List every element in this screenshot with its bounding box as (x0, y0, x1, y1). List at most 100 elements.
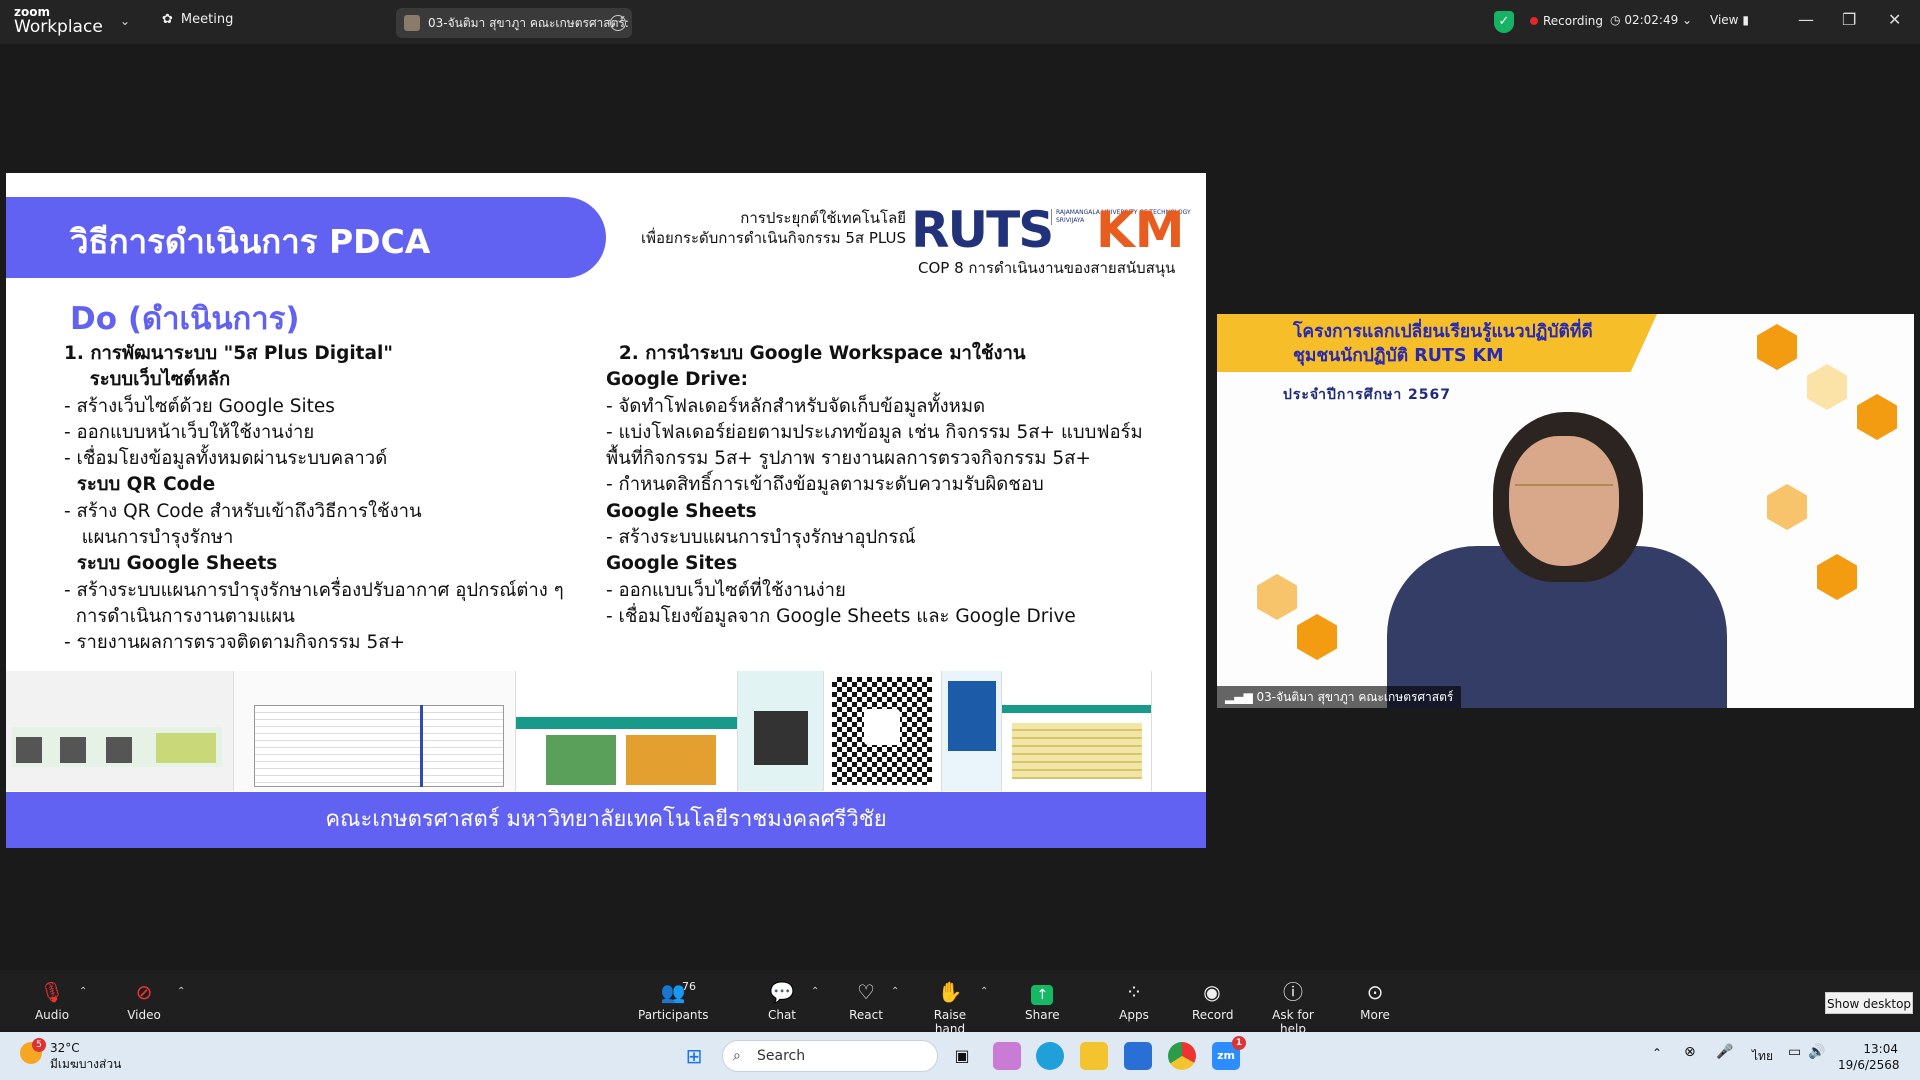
taskbar-search[interactable]: ⌕ Search (722, 1040, 938, 1072)
audio-options-caret[interactable]: ⌃ (79, 986, 87, 997)
shared-slide: วิธีการดำเนินการ PDCA การประยุกต์ใช้เทคโ… (6, 173, 1206, 848)
raise-hand-button[interactable]: ✋ Raise hand (920, 980, 980, 1036)
more-options-icon[interactable]: ⋯ (610, 15, 626, 31)
ruts-logo-text: RUTS (911, 201, 1054, 259)
share-screen-icon: ↑ (1031, 985, 1054, 1005)
meeting-icon: ✿ (162, 12, 173, 27)
left-column: 1. การพัฒนาระบบ "5ส Plus Digital" ระบบเว… (64, 341, 564, 657)
more-icon: ⊙ (1366, 980, 1384, 1004)
chrome-icon[interactable] (1168, 1042, 1196, 1070)
chat-button[interactable]: 💬 Chat (764, 980, 800, 1022)
close-icon[interactable]: ✕ (1888, 10, 1901, 29)
chevron-down-icon: ⌄ (1682, 13, 1693, 27)
slide-org-text: การประยุกต์ใช้เทคโนโลยี เพื่อยกระดับการด… (606, 208, 906, 248)
slide-bullet-line: - จัดทำโฟลเดอร์หลักสำหรับจัดเก็บข้อมูลทั… (606, 395, 986, 417)
participants-label: Participants (638, 1008, 709, 1022)
org-line2: เพื่อยกระดับการดำเนินกิจกรรม 5ส PLUS (641, 229, 906, 247)
video-options-caret[interactable]: ⌃ (177, 986, 185, 997)
react-button[interactable]: ♡ React (848, 980, 884, 1022)
zoom-notification-badge: 1 (1232, 1036, 1246, 1050)
react-options-caret[interactable]: ⌃ (891, 986, 899, 997)
raise-hand-options-caret[interactable]: ⌃ (980, 986, 988, 997)
hexagon-decoration (1767, 484, 1807, 530)
clock-time: 13:04 (1863, 1042, 1898, 1056)
task-view-icon[interactable]: ▣ (948, 1042, 976, 1070)
meeting-label: Meeting (180, 12, 234, 27)
recording-label: Recording (1543, 14, 1604, 28)
zoom-app-icon[interactable]: zm 1 (1212, 1036, 1246, 1070)
avatar (404, 15, 420, 31)
heart-icon: ♡ (857, 980, 875, 1004)
more-button[interactable]: ⊙ More (1358, 980, 1392, 1022)
minimize-icon[interactable]: — (1798, 10, 1814, 29)
video-button[interactable]: ⊘ Video (126, 980, 162, 1022)
zoom-workplace-logo[interactable]: zoom Workplace (14, 6, 103, 36)
timer-value: 02:02:49 (1624, 13, 1679, 27)
file-explorer-icon[interactable] (1080, 1042, 1108, 1070)
tray-chevron-up-icon[interactable]: ⌃ (1652, 1046, 1662, 1060)
record-button[interactable]: ◉ Record (1192, 980, 1233, 1022)
hexagon-decoration (1757, 324, 1797, 370)
meeting-timer[interactable]: ◷ 02:02:49 ⌄ (1610, 13, 1692, 27)
section-title: Do (ดำเนินการ) (70, 301, 300, 337)
right-column: 2. การนำระบบ Google Workspace มาใช้งาน Go… (606, 341, 1143, 630)
thumbnail-info-sheet (942, 671, 1002, 791)
participant-pill[interactable]: 03-จันติมา สุขาภูา คณะเกษตรศาสตร์: ⋯ (396, 8, 632, 38)
restore-icon[interactable]: ❐ (1842, 10, 1856, 29)
weather-badge: 5 (32, 1038, 46, 1052)
taskbar-clock[interactable]: 13:04 19/6/2568 (1838, 1041, 1900, 1073)
hexagon-decoration (1817, 554, 1857, 600)
participant-name-label: ▂▄▆ 03-จันติมา สุขาภูา คณะเกษตรศาสตร์ (1217, 686, 1462, 708)
recording-indicator[interactable]: Recording (1530, 14, 1603, 28)
search-label: Search (757, 1048, 806, 1064)
chevron-down-icon[interactable]: ⌄ (120, 14, 130, 28)
microphone-icon[interactable]: 🎤 (1716, 1044, 1733, 1060)
store-icon[interactable] (1124, 1042, 1152, 1070)
weather-desc: มีเมฆบางส่วน (50, 1057, 122, 1071)
copilot-icon[interactable] (993, 1042, 1021, 1070)
network-icon[interactable]: ⊗ (1684, 1044, 1696, 1060)
participant-video-tile[interactable]: โครงการแลกเปลี่ยนเรียนรู้แนวปฏิบัติที่ดี… (1217, 314, 1914, 708)
speaker-glasses (1515, 484, 1613, 500)
show-desktop-tooltip: Show desktop (1825, 992, 1913, 1014)
slide-bullet-line: 2. การนำระบบ Google Workspace มาใช้งาน (606, 343, 1026, 364)
search-icon: ⌕ (733, 1048, 741, 1064)
view-button[interactable]: View ▮ (1710, 13, 1749, 27)
slide-bullet-line: - เชื่อมโยงข้อมูลจาก Google Sheets และ G… (606, 605, 1076, 627)
hexagon-decoration (1857, 394, 1897, 440)
meeting-toolbar: 🎙 Audio ⌃ ⊘ Video ⌃ 👥 76 Participants 💬 … (0, 970, 1920, 1036)
signal-icon: ▂▄▆ (1225, 690, 1257, 704)
edge-browser-icon[interactable] (1036, 1042, 1064, 1070)
weather-widget[interactable]: 5 32°C มีเมฆบางส่วน (20, 1038, 122, 1072)
slide-bullet-line: ระบบ QR Code (64, 474, 216, 496)
thumbnail-website (6, 671, 234, 791)
help-icon: ⓘ (1283, 980, 1303, 1004)
audio-button[interactable]: 🎙 Audio (34, 980, 70, 1022)
hexagon-decoration (1257, 574, 1297, 620)
slide-bullet-line: - เชื่อมโยงข้อมูลทั้งหมดผ่านระบบคลาวด์ (64, 448, 388, 470)
participant-pill-label: 03-จันติมา สุขาภูา คณะเกษตรศาสตร์: (428, 15, 629, 30)
ruts-logo: RUTS (911, 201, 1054, 259)
volume-icon[interactable]: 🔊 (1808, 1044, 1825, 1060)
apps-button[interactable]: ⁘ Apps (1117, 980, 1151, 1022)
km-logo: KM (1096, 201, 1185, 259)
hexagon-decoration (1297, 614, 1337, 660)
slide-banner-title: วิธีการดำเนินการ PDCA (70, 222, 431, 261)
hand-icon: ✋ (937, 980, 963, 1004)
slide-bullet-line: - สร้างเว็บไซต์ด้วย Google Sites (64, 395, 335, 417)
windows-start-icon[interactable]: ⊞ (680, 1042, 708, 1070)
chat-options-caret[interactable]: ⌃ (811, 986, 819, 997)
thumbnail-spreadsheet (234, 671, 516, 791)
share-button[interactable]: ↑ Share (1025, 980, 1060, 1022)
meeting-tab[interactable]: ✿ Meeting (162, 12, 233, 27)
participants-button[interactable]: 👥 76 Participants (638, 980, 709, 1022)
shield-icon[interactable]: ✓ (1494, 11, 1514, 33)
video-year-line: ประจำปีการศึกษา 2567 (1283, 387, 1452, 403)
slide-bullet-line: ระบบเว็บไซต์หลัก (64, 369, 231, 391)
ask-for-help-button[interactable]: ⓘ Ask for help (1260, 980, 1326, 1036)
chat-icon: 💬 (769, 980, 795, 1004)
language-indicator[interactable]: ไทย (1752, 1047, 1773, 1066)
share-label: Share (1025, 1008, 1060, 1022)
display-icon[interactable]: ▭ (1788, 1044, 1801, 1060)
video-banner-line2: ชุมชนนักปฏิบัติ RUTS KM (1293, 346, 1504, 366)
